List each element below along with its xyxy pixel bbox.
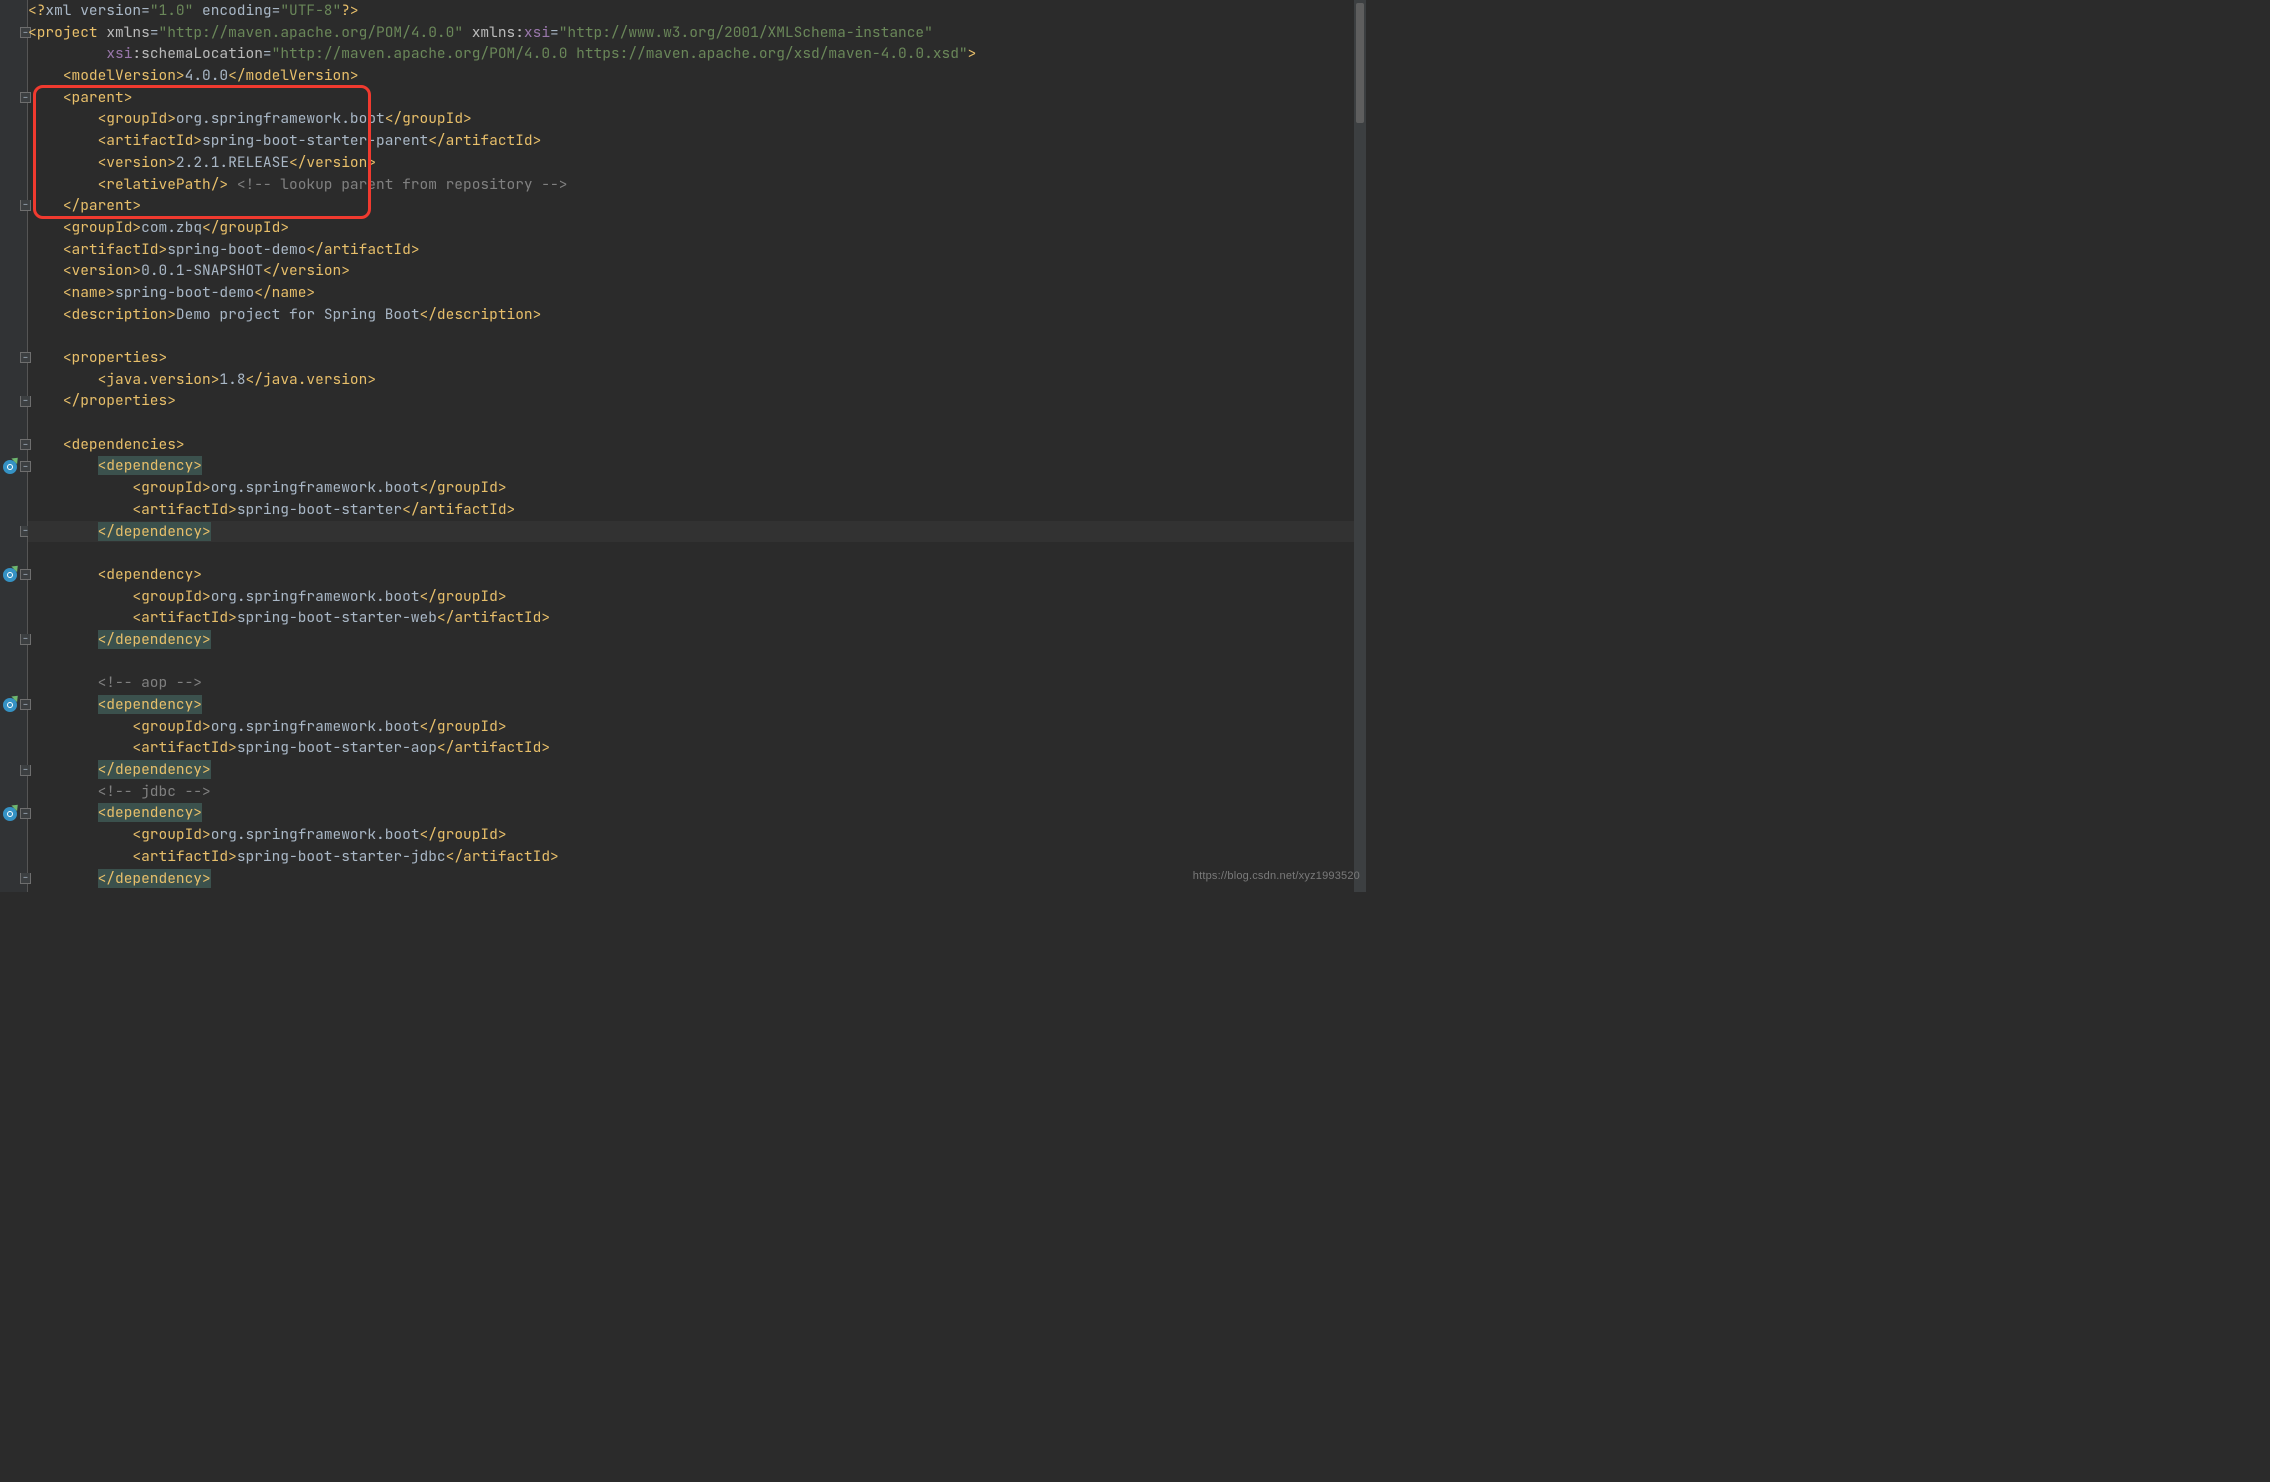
code-line[interactable]: <groupId>org.springframework.boot</group… [28, 477, 1366, 499]
code-line[interactable]: <artifactId>spring-boot-starter-parent</… [28, 130, 1366, 152]
code-line[interactable]: xsi:schemaLocation="http://maven.apache.… [28, 43, 1366, 65]
code-line[interactable]: <groupId>com.zbq</groupId> [28, 217, 1366, 239]
code-line[interactable]: <dependency> [28, 802, 1366, 824]
code-line[interactable]: <artifactId>spring-boot-starter-aop</art… [28, 737, 1366, 759]
gutter-run-icon[interactable] [3, 807, 17, 821]
vertical-scrollbar[interactable] [1354, 0, 1366, 892]
code-line[interactable]: <java.version>1.8</java.version> [28, 369, 1366, 391]
code-line[interactable]: <!-- jdbc --> [28, 781, 1366, 803]
code-line[interactable]: <groupId>org.springframework.boot</group… [28, 716, 1366, 738]
code-line[interactable]: <description>Demo project for Spring Boo… [28, 304, 1366, 326]
code-line[interactable]: </properties> [28, 390, 1366, 412]
watermark-text: https://blog.csdn.net/xyz1993520 [1193, 866, 1360, 888]
code-line[interactable]: <artifactId>spring-boot-starter-jdbc</ar… [28, 846, 1366, 868]
code-line[interactable] [28, 412, 1366, 434]
gutter-run-icon[interactable] [3, 460, 17, 474]
code-line[interactable]: </dependency> [28, 759, 1366, 781]
code-line[interactable]: <artifactId>spring-boot-demo</artifactId… [28, 239, 1366, 261]
code-line[interactable]: <dependency> [28, 455, 1366, 477]
code-line[interactable]: <dependency> [28, 564, 1366, 586]
code-line[interactable]: </dependency> [28, 868, 1366, 890]
code-line[interactable]: <version>0.0.1-SNAPSHOT</version> [28, 260, 1366, 282]
code-line[interactable]: <version>2.2.1.RELEASE</version> [28, 152, 1366, 174]
code-line[interactable]: </parent> [28, 195, 1366, 217]
code-line[interactable]: </dependency> [28, 521, 1366, 543]
code-line[interactable] [28, 325, 1366, 347]
code-line[interactable]: <dependency> [28, 694, 1366, 716]
code-line[interactable]: <groupId>org.springframework.boot</group… [28, 108, 1366, 130]
code-line[interactable]: <properties> [28, 347, 1366, 369]
editor-gutter[interactable]: –––––––––––––– [0, 0, 28, 892]
code-line[interactable]: </dependency> [28, 629, 1366, 651]
code-line[interactable]: <artifactId>spring-boot-starter-web</art… [28, 607, 1366, 629]
code-line[interactable]: <modelVersion>4.0.0</modelVersion> [28, 65, 1366, 87]
code-line[interactable]: <groupId>org.springframework.boot</group… [28, 824, 1366, 846]
code-line[interactable]: <relativePath/> <!-- lookup parent from … [28, 174, 1366, 196]
code-line[interactable] [28, 542, 1366, 564]
code-line[interactable]: <groupId>org.springframework.boot</group… [28, 586, 1366, 608]
code-line[interactable]: <dependencies> [28, 434, 1366, 456]
code-line[interactable]: <artifactId>spring-boot-starter</artifac… [28, 499, 1366, 521]
scroll-thumb[interactable] [1356, 3, 1364, 123]
code-line[interactable]: <project xmlns="http://maven.apache.org/… [28, 22, 1366, 44]
code-line[interactable]: <name>spring-boot-demo</name> [28, 282, 1366, 304]
code-line[interactable]: <!-- aop --> [28, 672, 1366, 694]
editor-code-area[interactable]: <?xml version="1.0" encoding="UTF-8"?><p… [28, 0, 1366, 889]
code-line[interactable]: <parent> [28, 87, 1366, 109]
code-line[interactable] [28, 651, 1366, 673]
code-line[interactable]: <?xml version="1.0" encoding="UTF-8"?> [28, 0, 1366, 22]
